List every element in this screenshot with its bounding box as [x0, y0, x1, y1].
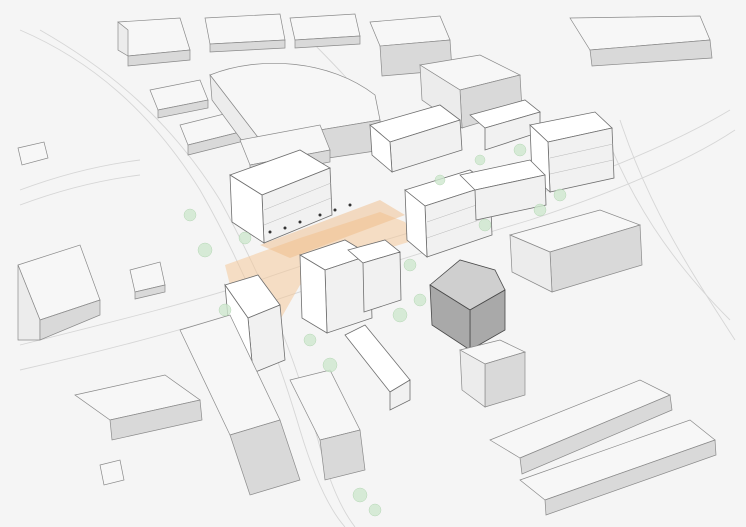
axonometric-site-diagram [0, 0, 746, 527]
